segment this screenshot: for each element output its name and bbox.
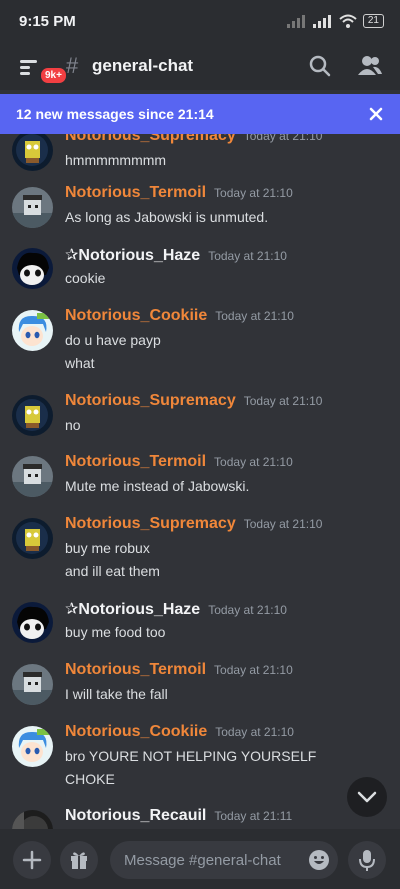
timestamp: Today at 21:10 xyxy=(208,249,287,263)
timestamp: Today at 21:10 xyxy=(243,134,323,143)
message-text: CHOKE xyxy=(65,771,115,787)
username[interactable]: ✰Notorious_Haze Today at 21:10 xyxy=(65,245,287,265)
signal-icon xyxy=(286,15,305,28)
channel-header: 9k+ # general-chat xyxy=(0,44,400,90)
message-text: cookie xyxy=(65,270,106,286)
timestamp: Today at 21:10 xyxy=(208,603,287,617)
avatar[interactable] xyxy=(12,134,53,171)
hamburger-icon-bar xyxy=(20,72,30,75)
username-text: Notorious_Supremacy xyxy=(65,134,236,144)
username-text: Notorious_Termoil xyxy=(65,453,207,470)
jump-to-bottom-button[interactable] xyxy=(347,777,387,817)
microphone-icon xyxy=(359,850,375,871)
message-text: As long as Jabowski is unmuted. xyxy=(65,209,269,225)
message-text: do u have payp xyxy=(65,332,161,348)
message-text: no xyxy=(65,417,81,433)
gift-icon xyxy=(71,852,87,869)
username-text: ✰Notorious_Haze xyxy=(65,247,201,264)
avatar[interactable] xyxy=(12,810,53,829)
timestamp: Today at 21:10 xyxy=(243,394,323,408)
signal-icon xyxy=(312,15,331,28)
emoji-icon[interactable] xyxy=(308,849,330,871)
members-icon[interactable] xyxy=(357,53,383,79)
message-text: buy me food too xyxy=(65,624,166,640)
timestamp: Today at 21:10 xyxy=(243,517,323,531)
timestamp: Today at 21:10 xyxy=(214,186,293,200)
avatar[interactable] xyxy=(12,248,53,289)
status-bar: 9:15 PM 21 xyxy=(0,0,400,44)
username-text: Notorious_Termoil xyxy=(65,184,207,201)
username[interactable]: ✰Notorious_Haze Today at 21:10 xyxy=(65,599,287,619)
avatar[interactable] xyxy=(12,602,53,643)
username-text: ✰Notorious_Haze xyxy=(65,601,201,618)
username-text: Notorious_Cookiie xyxy=(65,307,208,324)
username-text: Notorious_Supremacy xyxy=(65,515,236,532)
username[interactable]: Notorious_Recauil Today at 21:11 xyxy=(65,807,292,825)
chevron-down-icon xyxy=(357,791,377,803)
message-composer: Message #general-chat xyxy=(0,829,400,889)
message-list[interactable]: Notorious_Supremacy Today at 21:10 hmmmmmm… xyxy=(0,134,400,829)
battery-indicator: 21 xyxy=(362,14,384,28)
message-input[interactable]: Message #general-chat xyxy=(110,841,338,879)
username[interactable]: Notorious_Supremacy Today at 21:10 xyxy=(65,392,322,410)
avatar[interactable] xyxy=(12,518,53,559)
username[interactable]: Notorious_Supremacy Today at 21:10 xyxy=(65,515,322,533)
avatar[interactable] xyxy=(12,187,53,228)
timestamp: Today at 21:10 xyxy=(215,309,294,323)
timestamp: Today at 21:11 xyxy=(214,809,293,823)
timestamp: Today at 21:10 xyxy=(214,663,293,677)
message-text: hmmmmmmmm xyxy=(65,152,167,168)
avatar[interactable] xyxy=(12,726,53,767)
username[interactable]: Notorious_Supremacy Today at 21:10 xyxy=(65,134,322,145)
username[interactable]: Notorious_Termoil Today at 21:10 xyxy=(65,661,293,679)
message-text: Mute me instead of Jabowski. xyxy=(65,478,250,494)
gift-button[interactable] xyxy=(60,841,98,879)
timestamp: Today at 21:10 xyxy=(215,725,294,739)
message-text: what xyxy=(65,355,95,371)
hashtag-icon: # xyxy=(66,53,79,78)
message-text: and ill eat them xyxy=(65,563,160,579)
username-text: Notorious_Supremacy xyxy=(65,392,236,409)
menu-button[interactable]: 9k+ xyxy=(16,54,68,85)
message-text: I will take the fall xyxy=(65,686,168,702)
channel-name[interactable]: general-chat xyxy=(92,56,193,76)
close-icon[interactable] xyxy=(364,102,388,126)
hamburger-icon xyxy=(20,60,37,63)
search-icon[interactable] xyxy=(307,53,333,79)
avatar[interactable] xyxy=(12,664,53,705)
new-messages-banner[interactable]: 12 new messages since 21:14 xyxy=(0,94,400,134)
username-text: Notorious_Termoil xyxy=(65,661,207,678)
username[interactable]: Notorious_Cookiie Today at 21:10 xyxy=(65,307,294,325)
avatar[interactable] xyxy=(12,310,53,351)
unread-badge: 9k+ xyxy=(39,66,68,85)
avatar[interactable] xyxy=(12,456,53,497)
username[interactable]: Notorious_Cookiie Today at 21:10 xyxy=(65,723,294,741)
voice-message-button[interactable] xyxy=(348,841,386,879)
add-attachment-button[interactable] xyxy=(13,841,51,879)
username-text: Notorious_Recauil xyxy=(65,807,207,824)
hamburger-icon-bar xyxy=(20,66,30,69)
message-input-placeholder: Message #general-chat xyxy=(124,852,281,869)
message-text: bro YOURE NOT HELPING YOURSELF xyxy=(65,748,317,764)
username[interactable]: Notorious_Termoil Today at 21:10 xyxy=(65,453,293,471)
username-text: Notorious_Cookiie xyxy=(65,723,208,740)
timestamp: Today at 21:10 xyxy=(214,455,293,469)
new-messages-text: 12 new messages since 21:14 xyxy=(16,106,214,122)
username[interactable]: Notorious_Termoil Today at 21:10 xyxy=(65,184,293,202)
avatar[interactable] xyxy=(12,395,53,436)
message-text: buy me robux xyxy=(65,540,150,556)
plus-icon xyxy=(22,850,42,870)
clock: 9:15 PM xyxy=(19,13,76,30)
wifi-icon xyxy=(339,14,357,28)
status-icons: 21 xyxy=(286,14,384,28)
